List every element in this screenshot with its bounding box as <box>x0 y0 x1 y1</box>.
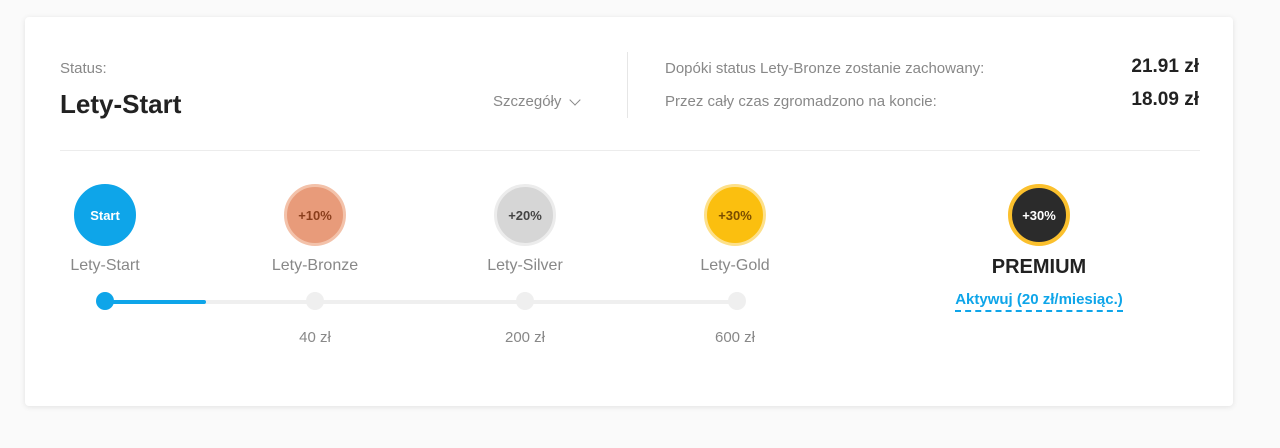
status-label: Status: <box>60 60 107 77</box>
premium-section: +30% PREMIUM Aktywuj (20 zł/miesiąc.) <box>939 184 1139 312</box>
keep-status-value: 21.91 zł <box>1131 56 1199 77</box>
vertical-divider <box>627 52 628 118</box>
level-silver: +20% Lety-Silver <box>445 184 605 275</box>
progress-fill <box>105 300 207 304</box>
activate-premium-link[interactable]: Aktywuj (20 zł/miesiąc.) <box>955 291 1123 312</box>
level-gold: +30% Lety-Gold <box>655 184 815 275</box>
threshold-bronze: 40 zł <box>299 329 331 346</box>
progress-dot-start <box>96 292 114 310</box>
progress-dot-gold <box>728 292 746 310</box>
level-badge-silver: +20% <box>494 184 556 246</box>
level-badge-start: Start <box>74 184 136 246</box>
threshold-silver: 200 zł <box>504 329 546 346</box>
premium-badge: +30% <box>1008 184 1070 246</box>
status-card: Status: Lety-Start Szczegóły Dopóki stat… <box>25 17 1233 406</box>
current-status-name: Lety-Start <box>60 89 182 119</box>
keep-status-label: Dopóki status Lety-Bronze zostanie zacho… <box>665 60 985 77</box>
total-accumulated-value: 18.09 zł <box>1131 89 1199 110</box>
level-name-gold: Lety-Gold <box>700 257 770 274</box>
level-badge-bronze: +10% <box>284 184 346 246</box>
premium-title: PREMIUM <box>991 256 1087 278</box>
horizontal-divider <box>60 150 1200 151</box>
level-name-silver: Lety-Silver <box>487 257 563 274</box>
total-accumulated-label: Przez cały czas zgromadzono na koncie: <box>665 93 937 110</box>
level-name-start: Lety-Start <box>70 257 140 274</box>
chevron-down-icon <box>569 93 582 106</box>
threshold-gold: 600 zł <box>714 329 756 346</box>
details-label: Szczegóły <box>493 93 562 110</box>
progress-dot-silver <box>516 292 534 310</box>
progress-track <box>96 292 746 310</box>
details-toggle[interactable]: Szczegóły <box>493 93 582 110</box>
level-bronze: +10% Lety-Bronze <box>235 184 395 275</box>
progress-dot-bronze <box>306 292 324 310</box>
level-name-bronze: Lety-Bronze <box>271 257 359 274</box>
level-badge-gold: +30% <box>704 184 766 246</box>
level-start: Start Lety-Start <box>25 184 185 275</box>
